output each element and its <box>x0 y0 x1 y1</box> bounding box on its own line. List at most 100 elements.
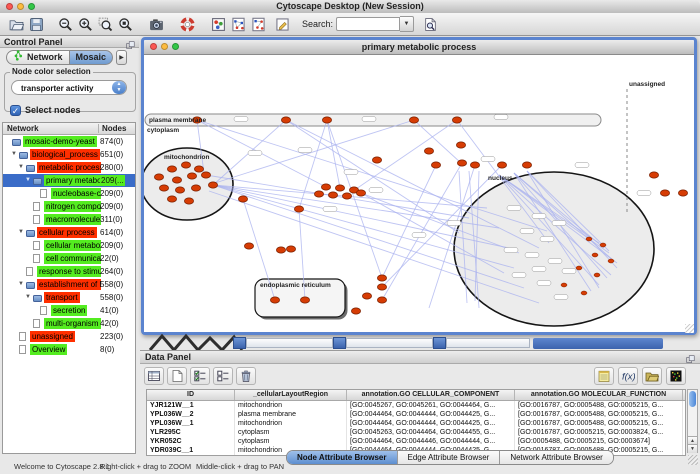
annotation-icon[interactable] <box>272 15 292 34</box>
network-node[interactable] <box>276 247 285 253</box>
network-node[interactable] <box>184 198 193 204</box>
tree-row-cellular-process[interactable]: ▼cellular process614(0) <box>3 226 135 239</box>
tree-row-nitrogen-compo[interactable]: nitrogen compo209(0) <box>3 200 135 213</box>
network-node[interactable] <box>470 162 479 168</box>
tree-row-nucleobase-c[interactable]: nucleobase-c209(0) <box>3 187 135 200</box>
table-row[interactable]: YPL036W__1mitochondrion[GO:0044464, GO:0… <box>147 419 685 428</box>
tree-row-cellular-metabo[interactable]: cellular metabo209(0) <box>3 239 135 252</box>
snapshot-icon[interactable] <box>146 15 166 34</box>
expand-arrow-icon[interactable]: ▼ <box>25 174 31 187</box>
network-node[interactable] <box>678 190 687 196</box>
tab-overflow-arrow[interactable]: ▶ <box>116 50 127 65</box>
table-cell[interactable]: [GO:0016787, GO:0005488, GO:0005215, G..… <box>515 419 683 428</box>
network-node[interactable] <box>424 148 433 154</box>
tab-network-attribute-browser[interactable]: Network Attribute Browser <box>500 451 612 464</box>
table-row[interactable]: YLR295Ccytoplasm[GO:0045263, GO:0044464,… <box>147 428 685 437</box>
network-node[interactable] <box>172 177 181 183</box>
attribute-table-icon[interactable] <box>144 367 164 385</box>
network-node[interactable] <box>270 297 279 303</box>
select-all-attributes-icon[interactable] <box>190 367 210 385</box>
table-cell[interactable]: [GO:0016787, GO:0005215, GO:0003824, G..… <box>515 428 683 437</box>
table-cell[interactable]: YPL036W__2 <box>147 410 235 419</box>
vizmapper-icon[interactable] <box>208 15 228 34</box>
table-cell[interactable]: YDR039C__1 <box>147 446 235 455</box>
network-node[interactable] <box>300 297 309 303</box>
network-node[interactable] <box>649 172 658 178</box>
table-cell[interactable]: plasma membrane <box>235 410 347 419</box>
network-node-small[interactable] <box>581 291 587 295</box>
network-node[interactable] <box>167 166 176 172</box>
network-node[interactable] <box>372 157 381 163</box>
zoom-selected-icon[interactable] <box>95 15 115 34</box>
tree-row-primary-metabo[interactable]: ▼primary metabo209(... <box>3 174 135 187</box>
network-node[interactable] <box>154 174 163 180</box>
float-panel-icon[interactable] <box>686 352 696 362</box>
float-panel-icon[interactable] <box>126 38 136 48</box>
network-node[interactable] <box>362 293 371 299</box>
background-window-edge[interactable] <box>333 337 346 349</box>
network-canvas[interactable]: plasma membranecytoplasmmitochondrionnuc… <box>144 55 694 332</box>
save-session-icon[interactable] <box>26 15 46 34</box>
table-cell[interactable]: YPL036W__1 <box>147 419 235 428</box>
table-cell[interactable]: [GO:0045263, GO:0044464, GO:0044455, G..… <box>347 428 515 437</box>
expand-arrow-icon[interactable]: ▼ <box>18 278 24 291</box>
network-node[interactable] <box>286 246 295 252</box>
network-node[interactable] <box>167 196 176 202</box>
enhanced-search-icon[interactable] <box>420 15 440 34</box>
tree-row-overview[interactable]: Overview8(0) <box>3 343 135 356</box>
network-node[interactable] <box>328 192 337 198</box>
network-node[interactable] <box>409 117 418 123</box>
network-node[interactable] <box>159 185 168 191</box>
background-window-bar[interactable] <box>346 338 433 348</box>
network-node[interactable] <box>351 308 360 314</box>
tree-row-secretion[interactable]: secretion41(0) <box>3 304 135 317</box>
scrollbar-thumb[interactable] <box>689 391 696 407</box>
frame-resize-grip[interactable] <box>685 324 694 333</box>
network-node[interactable] <box>456 142 465 148</box>
expand-arrow-icon[interactable]: ▼ <box>18 161 24 174</box>
tree-row-mosaic-demo-yeast[interactable]: mosaic-demo-yeast874(0) <box>3 135 135 148</box>
zoom-in-icon[interactable] <box>75 15 95 34</box>
tree-row-response-to-stimul[interactable]: response to stimul264(0) <box>3 265 135 278</box>
table-row[interactable]: YJR121W__1mitochondrion[GO:0045267, GO:0… <box>147 401 685 410</box>
network-view-icon-2[interactable] <box>248 15 268 34</box>
table-cell[interactable]: [GO:0016787, GO:0005488, GO:0005215, G..… <box>515 401 683 410</box>
network-node[interactable] <box>377 275 386 281</box>
open-file-icon[interactable] <box>6 15 26 34</box>
network-node[interactable] <box>187 173 196 179</box>
table-cell[interactable]: [GO:0045267, GO:0045261, GO:0044464, G..… <box>347 401 515 410</box>
network-node[interactable] <box>431 162 440 168</box>
zoom-fit-icon[interactable] <box>115 15 135 34</box>
table-cell[interactable]: mitochondrion <box>235 401 347 410</box>
network-node[interactable] <box>314 191 323 197</box>
network-node[interactable] <box>457 160 466 166</box>
network-node[interactable] <box>522 162 531 168</box>
network-node[interactable] <box>208 182 217 188</box>
expand-arrow-icon[interactable]: ▼ <box>18 226 24 239</box>
tree-row-biological-process[interactable]: ▼biological_process651(0) <box>3 148 135 161</box>
tree-row-transport[interactable]: ▼transport558(0) <box>3 291 135 304</box>
network-node[interactable] <box>335 185 344 191</box>
search-dropdown-button[interactable]: ▼ <box>400 16 414 32</box>
network-window-titlebar[interactable]: primary metabolic process <box>144 40 694 55</box>
background-window-bar[interactable] <box>246 338 333 348</box>
tree-row-macromolecule[interactable]: macromolecule311(0) <box>3 213 135 226</box>
search-input[interactable] <box>336 17 400 31</box>
background-window-titlebar[interactable] <box>533 338 663 349</box>
import-attributes-icon[interactable] <box>642 367 662 385</box>
tab-node-attribute-browser[interactable]: Node Attribute Browser <box>287 451 398 464</box>
function-builder-icon[interactable]: f(x) <box>618 367 638 385</box>
unselect-attributes-icon[interactable] <box>213 367 233 385</box>
table-cell[interactable]: YKR052C <box>147 437 235 446</box>
network-node-small[interactable] <box>608 259 614 263</box>
network-view-icon-1[interactable] <box>228 15 248 34</box>
scroll-down-icon[interactable]: ▼ <box>688 444 697 453</box>
column-header[interactable]: ID <box>147 390 235 400</box>
table-row[interactable]: YPL036W__2plasma membrane[GO:0044464, GO… <box>147 410 685 419</box>
delete-attribute-icon[interactable] <box>236 367 256 385</box>
table-cell[interactable]: [GO:0044464, GO:0044444, GO:0044425, G..… <box>347 410 515 419</box>
network-node[interactable] <box>175 187 184 193</box>
network-node-small[interactable] <box>600 243 606 247</box>
tree-row-metabolic-process[interactable]: ▼metabolic process280(0) <box>3 161 135 174</box>
network-node[interactable] <box>452 117 461 123</box>
